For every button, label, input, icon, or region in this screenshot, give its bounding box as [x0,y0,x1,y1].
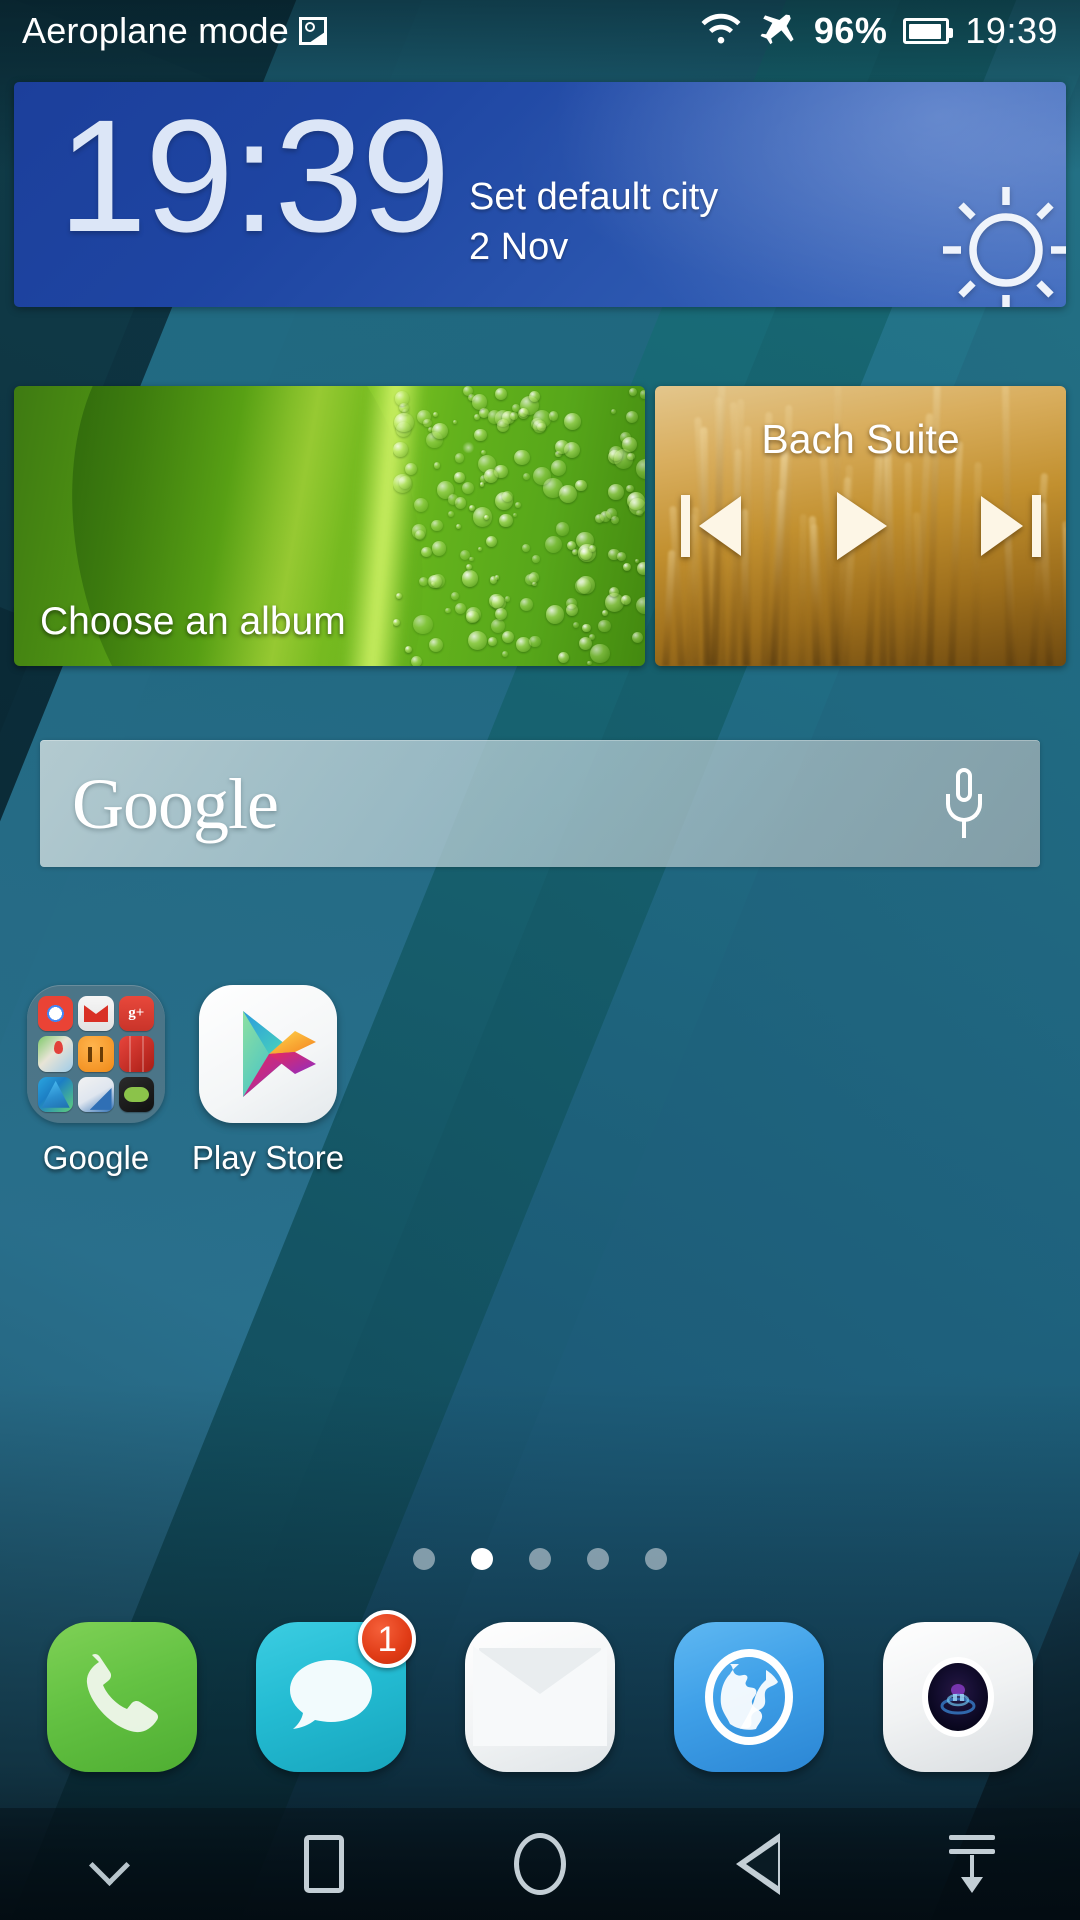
dock-email[interactable] [464,1622,615,1772]
browser-icon [673,1622,824,1772]
gallery-widget[interactable]: Choose an album [14,386,645,666]
google-search-bar[interactable]: Google [40,740,1040,867]
play-games-icon [118,1076,154,1112]
music-track-title: Bach Suite [761,416,960,462]
home-circle-icon[interactable] [480,1808,600,1920]
email-icon [464,1622,615,1772]
airplane-mode-icon [758,10,798,53]
play-store-icon[interactable] [199,985,337,1123]
page-indicator[interactable] [0,1548,1080,1570]
wifi-icon [700,13,742,50]
home-screen: Aeroplane mode 96% 19:39 19:39 Set defau… [0,0,1080,1920]
recents-square-icon[interactable] [264,1808,384,1920]
google-plus-icon: g+ [118,996,154,1032]
page-dot-1[interactable] [413,1548,435,1570]
widget-clock-time: 19:39 [58,86,450,265]
page-dot-2[interactable] [471,1548,493,1570]
status-left-text: Aeroplane mode [22,10,289,51]
microphone-icon[interactable] [944,767,984,840]
play-music-icon [78,1036,114,1072]
drive-icon [38,1076,74,1112]
dock-camera[interactable] [882,1622,1033,1772]
battery-full-icon [903,18,954,44]
gallery-widget-label[interactable]: Choose an album [40,600,346,644]
notification-pull-icon[interactable] [912,1808,1032,1920]
navigation-bar [0,1808,1080,1920]
status-bar[interactable]: Aeroplane mode 96% 19:39 [0,0,1080,62]
app-label-play-store: Play Store [191,1139,345,1176]
dock-messages[interactable]: 1 [256,1610,417,1772]
chrome-icon [38,996,74,1032]
screenshot-icon [298,17,327,45]
page-dot-3[interactable] [529,1548,551,1570]
play-icon[interactable] [829,492,893,560]
status-clock: 19:39 [965,10,1058,51]
widget-date-label: 2 Nov [469,226,569,269]
battery-percent: 96% [813,10,888,51]
dock-phone[interactable] [47,1622,198,1772]
dock-browser[interactable] [673,1622,824,1772]
maps-icon [38,1036,74,1072]
play-movies-icon [118,1036,154,1072]
back-triangle-icon[interactable] [696,1808,816,1920]
widget-city-label[interactable]: Set default city [469,172,718,222]
previous-track-icon[interactable] [680,495,745,557]
music-widget[interactable]: Bach Suite [655,386,1066,666]
gmail-icon [78,996,114,1032]
google-folder-icon[interactable]: g+ [27,985,165,1123]
app-play-store[interactable]: Play Store [158,985,378,1177]
clock-weather-widget[interactable]: 19:39 Set default city 2 Nov [14,82,1066,307]
page-dot-4[interactable] [587,1548,609,1570]
google-logo: Google [72,763,279,844]
phone-icon [47,1622,198,1772]
dock: 1 [0,1610,1080,1782]
snapseed-icon [78,1076,114,1112]
camera-icon [882,1622,1033,1772]
next-track-icon[interactable] [977,495,1041,557]
chevron-down-icon[interactable] [48,1808,168,1920]
messages-badge: 1 [358,1610,417,1668]
page-dot-5[interactable] [645,1548,667,1570]
water-drops [393,386,645,666]
